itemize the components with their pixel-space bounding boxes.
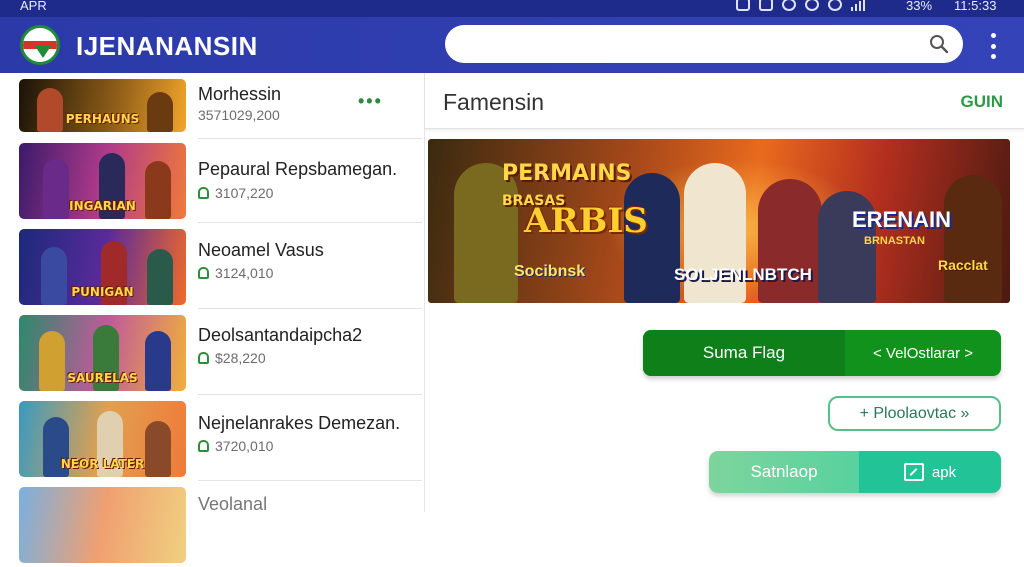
wifi-icon bbox=[828, 0, 842, 11]
download-icon bbox=[903, 463, 924, 481]
list-item[interactable]: Veolanal bbox=[0, 481, 424, 567]
game-thumbnail[interactable] bbox=[19, 487, 186, 563]
banner-label: SOLJENLNBTCH bbox=[674, 265, 812, 284]
primary-action-button[interactable]: Suma Flag < VelOstlarar > bbox=[643, 330, 1001, 376]
app-logo[interactable] bbox=[20, 25, 60, 65]
game-thumbnail[interactable]: PUNIGAN bbox=[19, 229, 186, 305]
app-header: IJENANANSIN bbox=[0, 17, 1024, 73]
thumbnail-caption: PERHAUNS bbox=[65, 112, 140, 126]
thumbnail-caption: PUNIGAN bbox=[71, 285, 134, 299]
banner-logo: ARBIS bbox=[524, 201, 648, 241]
detail-panel: Famensin GUIN PERMAINS BRASAS ARBIS Socib… bbox=[424, 73, 1024, 512]
thumbnail-caption: INGARIAN bbox=[69, 199, 136, 213]
version-selector[interactable]: < VelOstlarar > bbox=[845, 330, 1001, 376]
thumbnail-caption: NEOR LATER bbox=[60, 457, 145, 471]
item-subtitle: 3124,010 bbox=[198, 265, 273, 281]
item-subtitle: 3720,010 bbox=[198, 438, 273, 454]
user-icon bbox=[198, 187, 209, 199]
apk-download-button[interactable]: apk bbox=[859, 451, 1001, 493]
app-title: IJENANANSIN bbox=[76, 31, 258, 61]
game-thumbnail[interactable]: SAURELAS bbox=[19, 315, 186, 391]
game-thumbnail[interactable]: NEOR LATER bbox=[19, 401, 186, 477]
user-icon bbox=[198, 440, 209, 452]
hero-figure bbox=[944, 175, 1002, 303]
thumbnail-caption: SAURELAS bbox=[67, 371, 138, 385]
game-thumbnail[interactable]: INGARIAN bbox=[19, 143, 186, 219]
status-icons bbox=[736, 0, 865, 11]
banner-game-subtitle: BRNASTAN bbox=[864, 235, 925, 247]
list-item[interactable]: SAURELAS Deolsantandaipcha2 $28,220 bbox=[0, 309, 424, 395]
battery-level: 33% bbox=[906, 0, 933, 13]
nfc-icon bbox=[759, 0, 773, 11]
download-button[interactable]: Satnlaop apk bbox=[709, 451, 1001, 493]
banner-corner-text: Racclat bbox=[938, 257, 988, 273]
status-time: 11:5:33 bbox=[954, 0, 997, 13]
apk-label: apk bbox=[931, 463, 957, 481]
detail-header: Famensin GUIN bbox=[425, 73, 1024, 129]
vibrate-icon bbox=[736, 0, 750, 11]
install-button[interactable]: Satnlaop bbox=[709, 451, 859, 493]
detail-title: Famensin bbox=[443, 89, 544, 115]
item-title: Deolsantandaipcha2 bbox=[198, 325, 363, 345]
more-vertical-icon[interactable] bbox=[986, 33, 1000, 59]
search-icon[interactable] bbox=[929, 34, 949, 54]
more-options-icon[interactable]: ••• bbox=[358, 91, 383, 112]
banner-game-title: ERENAIN bbox=[852, 207, 952, 232]
list-item[interactable]: PUNIGAN Neoamel Vasus 3124,010 bbox=[0, 223, 424, 309]
app-list: PERHAUNS Morhessin 3571029,200 ••• INGAR… bbox=[0, 73, 424, 563]
game-banner[interactable]: PERMAINS BRASAS ARBIS Socibnsk SOLJENLNBT… bbox=[428, 139, 1010, 303]
add-button[interactable]: + Ploolaovtac » bbox=[828, 396, 1001, 431]
item-subtitle: 3571029,200 bbox=[198, 107, 280, 123]
sync-icon bbox=[805, 0, 819, 11]
join-link[interactable]: GUIN bbox=[961, 92, 1004, 112]
search-input[interactable] bbox=[445, 25, 963, 63]
item-subtitle: $28,220 bbox=[198, 350, 266, 366]
item-title: Morhessin bbox=[198, 84, 282, 104]
item-title: Neoamel Vasus bbox=[198, 240, 324, 260]
list-item[interactable]: INGARIAN Pepaural Repsbamegan. 3107,220 bbox=[0, 137, 424, 223]
status-carrier: APR bbox=[20, 0, 47, 13]
signal-icon bbox=[851, 0, 865, 11]
user-icon bbox=[198, 267, 209, 279]
item-subtitle: 3107,220 bbox=[198, 185, 273, 201]
play-button[interactable]: Suma Flag bbox=[643, 330, 845, 376]
alarm-icon bbox=[782, 0, 796, 11]
list-item[interactable]: NEOR LATER Nejnelanrakes Demezan. 3720,0… bbox=[0, 395, 424, 481]
game-thumbnail[interactable]: PERHAUNS bbox=[19, 79, 186, 132]
item-title: Pepaural Repsbamegan. bbox=[198, 159, 398, 179]
user-icon bbox=[198, 352, 209, 364]
item-title: Nejnelanrakes Demezan. bbox=[198, 413, 401, 433]
banner-label: Socibnsk bbox=[514, 263, 586, 280]
status-bar: APR 33% 11:5:33 bbox=[0, 0, 1024, 17]
